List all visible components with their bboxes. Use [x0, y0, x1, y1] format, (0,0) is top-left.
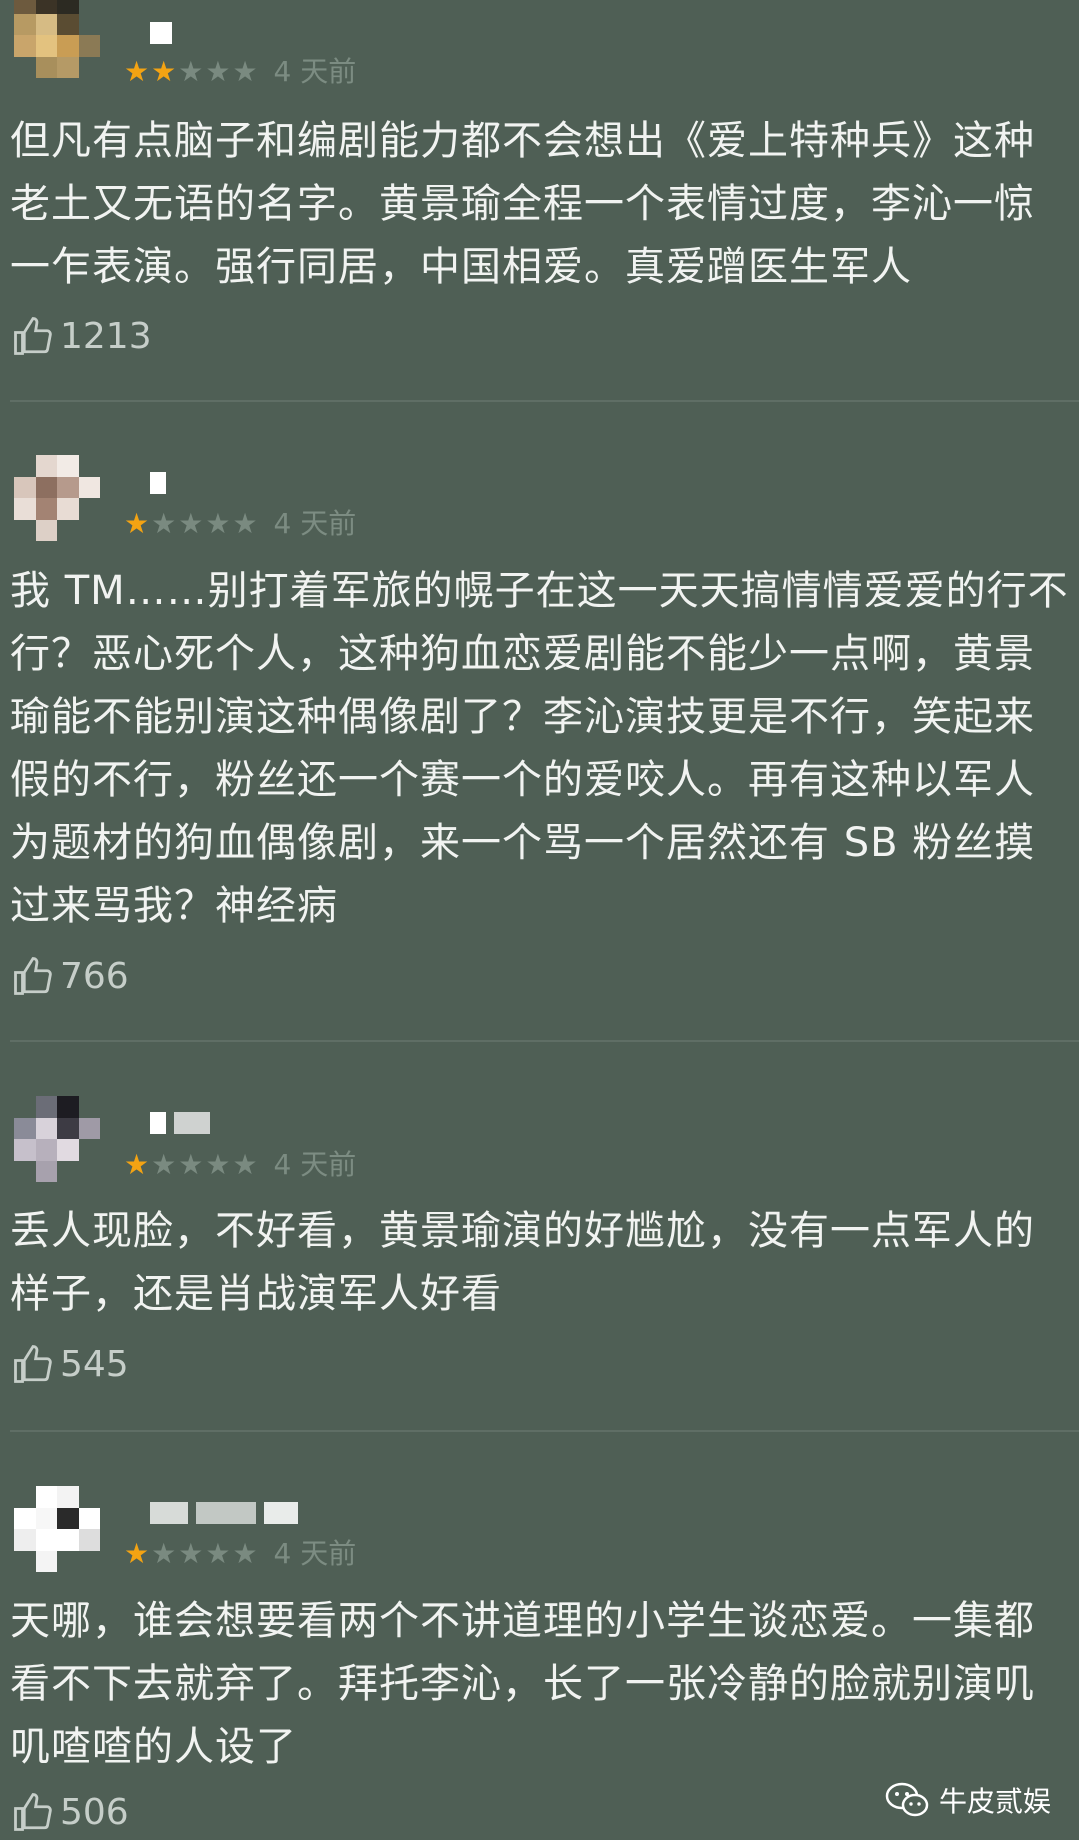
like-button[interactable]: 766 [12, 954, 129, 998]
star-icon: ★ [124, 507, 150, 540]
username[interactable] [150, 1500, 298, 1526]
star-icon: ★ [151, 507, 177, 540]
thumbs-up-icon [14, 957, 52, 995]
thumbs-up-icon [14, 317, 52, 355]
divider [10, 1430, 1079, 1432]
divider [10, 1040, 1079, 1042]
like-button[interactable]: 545 [12, 1342, 129, 1386]
wechat-icon [885, 1782, 929, 1817]
star-icon: ★ [124, 1148, 150, 1181]
rating-stars: ★ ★ ★ ★ ★ 4 天前 [124, 510, 356, 538]
like-count: 1213 [60, 315, 152, 357]
thumbs-up-icon [14, 1793, 52, 1831]
divider [10, 400, 1079, 402]
review-text: 但凡有点脑子和编剧能力都不会想出《爱上特种兵》这种老土又无语的名字。黄景瑜全程一… [10, 118, 1035, 290]
star-icon: ★ [178, 1148, 204, 1181]
star-icon: ★ [124, 55, 150, 88]
star-icon: ★ [151, 1537, 177, 1570]
thumbs-up-icon [14, 1345, 52, 1383]
username[interactable] [150, 470, 166, 496]
star-icon: ★ [124, 1537, 150, 1570]
review-text: 我 TM……别打着军旅的幌子在这一天天搞情情爱爱的行不行？恶心死个人，这种狗血恋… [10, 568, 1069, 929]
star-icon: ★ [178, 507, 204, 540]
review-time: 4 天前 [273, 55, 357, 88]
review-time: 4 天前 [273, 507, 357, 540]
rating-stars: ★ ★ ★ ★ ★ 4 天前 [124, 58, 356, 86]
review-time: 4 天前 [273, 1148, 357, 1181]
avatar[interactable] [14, 1096, 100, 1182]
star-icon: ★ [205, 1537, 231, 1570]
review-text: 天哪，谁会想要看两个不讲道理的小学生谈恋爱。一集都看不下去就弃了。拜托李沁，长了… [10, 1598, 1035, 1770]
star-icon: ★ [232, 1537, 258, 1570]
star-icon: ★ [232, 55, 258, 88]
watermark: 牛皮贰娱 [885, 1780, 1051, 1820]
star-icon: ★ [151, 1148, 177, 1181]
star-icon: ★ [232, 507, 258, 540]
avatar[interactable] [14, 0, 100, 78]
rating-stars: ★ ★ ★ ★ ★ 4 天前 [124, 1540, 356, 1568]
username[interactable] [150, 20, 172, 46]
like-button[interactable]: 506 [12, 1790, 129, 1834]
avatar[interactable] [14, 1486, 100, 1572]
watermark-text: 牛皮贰娱 [938, 1785, 1051, 1818]
review-time: 4 天前 [273, 1537, 357, 1570]
like-button[interactable]: 1213 [12, 314, 152, 358]
star-icon: ★ [205, 1148, 231, 1181]
username[interactable] [150, 1110, 210, 1136]
avatar[interactable] [14, 455, 100, 541]
star-icon: ★ [232, 1148, 258, 1181]
star-icon: ★ [178, 1537, 204, 1570]
like-count: 766 [60, 955, 129, 997]
star-icon: ★ [151, 55, 177, 88]
star-icon: ★ [205, 55, 231, 88]
review-text: 丢人现脸，不好看，黄景瑜演的好尴尬，没有一点军人的样子，还是肖战演军人好看 [10, 1208, 1035, 1317]
like-count: 506 [60, 1791, 129, 1833]
like-count: 545 [60, 1343, 129, 1385]
rating-stars: ★ ★ ★ ★ ★ 4 天前 [124, 1151, 356, 1179]
star-icon: ★ [178, 55, 204, 88]
star-icon: ★ [205, 507, 231, 540]
